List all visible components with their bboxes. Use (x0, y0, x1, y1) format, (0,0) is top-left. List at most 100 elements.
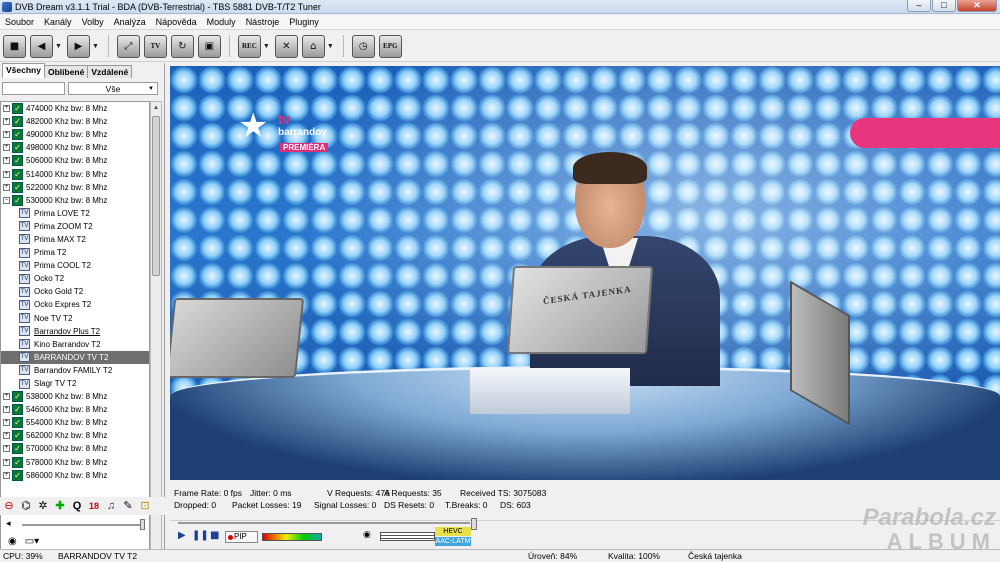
expand-icon[interactable]: + (3, 157, 10, 165)
expand-icon[interactable]: + (3, 471, 10, 479)
checkmark-icon[interactable]: ✓ (12, 456, 23, 468)
expand-icon[interactable]: + (3, 105, 10, 113)
menu-volby[interactable]: Volby (77, 17, 109, 27)
edit-icon[interactable]: ✎ (121, 499, 135, 513)
checkmark-icon[interactable]: ✓ (12, 391, 23, 403)
channel-row[interactable]: TV Ocko T2 (1, 272, 149, 285)
play-icon[interactable]: ▶ (178, 530, 186, 541)
video-view[interactable]: ★ tv barrandov PREMIÉRA ČESKÁ TAJENKA (170, 66, 1000, 480)
menu-soubor[interactable]: Soubor (0, 17, 39, 27)
volume-slider-thumb[interactable] (471, 518, 477, 530)
tab-oblibene[interactable]: Oblíbené (43, 65, 89, 78)
display-mode-icon[interactable]: ▭▾ (25, 536, 39, 547)
expand-icon[interactable]: + (3, 393, 10, 401)
checkmark-icon[interactable]: ✓ (12, 103, 23, 115)
channel-row[interactable]: TV Slagr TV T2 (1, 377, 149, 390)
next-dropdown-icon[interactable]: ▼ (92, 43, 99, 50)
frequency-row[interactable]: + ✓ 514000 Khz bw: 8 Mhz (1, 167, 149, 180)
checkmark-icon[interactable]: ✓ (12, 194, 23, 206)
menu-analyza[interactable]: Analýza (109, 17, 151, 27)
checkmark-icon[interactable]: ✓ (12, 181, 23, 193)
volume-slider[interactable] (178, 518, 477, 530)
channel-row[interactable]: TV Ocko Expres T2 (1, 298, 149, 311)
frequency-row[interactable]: + ✓ 586000 Khz bw: 8 Mhz (1, 469, 149, 482)
expand-icon[interactable]: + (3, 445, 10, 453)
channel-row[interactable]: TV Kino Barrandov T2 (1, 338, 149, 351)
frequency-row[interactable]: + ✓ 554000 Khz bw: 8 Mhz (1, 416, 149, 429)
remove-icon[interactable]: ⊖ (2, 499, 16, 513)
audio-status-icon[interactable]: ◉ (363, 530, 371, 540)
frequency-row[interactable]: + ✓ 570000 Khz bw: 8 Mhz (1, 442, 149, 455)
checkmark-icon[interactable]: ✓ (12, 404, 23, 416)
refresh-icon[interactable]: ↻ (170, 34, 194, 58)
channel-row[interactable]: TV Prima ZOOM T2 (1, 220, 149, 233)
epg-button[interactable]: EPG (378, 34, 402, 58)
checkmark-icon[interactable]: ✓ (12, 116, 23, 128)
minimize-button[interactable]: – (907, 0, 931, 12)
menu-nastroje[interactable]: Nástroje (241, 17, 285, 27)
frequency-row[interactable]: + ✓ 578000 Khz bw: 8 Mhz (1, 456, 149, 469)
frequency-row[interactable]: + ✓ 522000 Khz bw: 8 Mhz (1, 181, 149, 194)
filter-select[interactable]: Vše ▼ (68, 82, 158, 95)
stop-playback-icon[interactable]: ■ (210, 530, 219, 541)
record-dropdown-icon[interactable]: ▼ (263, 43, 270, 50)
dish-dropdown-icon[interactable]: ▼ (327, 43, 334, 50)
channel-row[interactable]: TV Prima MAX T2 (1, 233, 149, 246)
previous-dropdown-icon[interactable]: ▼ (55, 43, 62, 50)
clock-icon[interactable]: ◷ (351, 34, 375, 58)
expand-icon[interactable]: + (3, 144, 10, 152)
checkmark-icon[interactable]: ✓ (12, 443, 23, 455)
add-icon[interactable]: ✚ (53, 499, 67, 513)
menu-napoveda[interactable]: Nápověda (151, 17, 202, 27)
frequency-row[interactable]: + ✓ 474000 Khz bw: 8 Mhz (1, 102, 149, 115)
frequency-row[interactable]: + ✓ 498000 Khz bw: 8 Mhz (1, 141, 149, 154)
expand-icon[interactable]: + (3, 183, 10, 191)
settings-icon[interactable]: ✲ (36, 499, 50, 513)
scroll-up-icon[interactable]: ▲ (151, 102, 161, 114)
record-button[interactable]: REC (237, 34, 261, 58)
channel-row[interactable]: TV BARRANDOV TV T2 (1, 350, 149, 364)
checkmark-icon[interactable]: ✓ (12, 142, 23, 154)
expand-icon[interactable]: + (3, 432, 10, 440)
frequency-row[interactable]: + ✓ 482000 Khz bw: 8 Mhz (1, 115, 149, 128)
frequency-row[interactable]: + ✓ 546000 Khz bw: 8 Mhz (1, 403, 149, 416)
film-icon[interactable]: ▣ (197, 34, 221, 58)
filter-search-input[interactable] (2, 82, 65, 95)
satellite-dish-icon[interactable]: ⌂ (301, 34, 325, 58)
satellite-icon[interactable]: ⌬ (19, 499, 33, 513)
previous-channel-icon[interactable]: ◀ (30, 34, 53, 58)
checkmark-icon[interactable]: ✓ (12, 417, 23, 429)
menu-pluginy[interactable]: Pluginy (284, 17, 324, 27)
next-channel-icon[interactable]: ▶ (66, 34, 90, 58)
tab-vzdalene[interactable]: Vzdálené (87, 65, 133, 78)
music-icon[interactable]: ♫ (104, 499, 118, 513)
frequency-row[interactable]: + ✓ 490000 Khz bw: 8 Mhz (1, 128, 149, 141)
channel-row[interactable]: TV Barrandov Plus T2 (1, 325, 149, 338)
menu-kanaly[interactable]: Kanály (39, 17, 77, 27)
channel-row[interactable]: TV Prima T2 (1, 246, 149, 259)
frequency-row[interactable]: + ✓ 506000 Khz bw: 8 Mhz (1, 154, 149, 167)
tab-vsechny[interactable]: Všechny (2, 63, 45, 78)
channel-row[interactable]: TV Noe TV T2 (1, 312, 149, 325)
checkmark-icon[interactable]: ✓ (12, 469, 23, 481)
menu-moduly[interactable]: Moduly (202, 17, 241, 27)
checkmark-icon[interactable]: ✓ (12, 129, 23, 141)
maximize-button[interactable]: □ (932, 0, 956, 12)
frequency-row[interactable]: + ✓ 562000 Khz bw: 8 Mhz (1, 429, 149, 442)
channel-tree-scrollbar[interactable]: ▲ (150, 101, 162, 556)
checkmark-icon[interactable]: ✓ (12, 430, 23, 442)
pause-icon[interactable]: ❚❚ (192, 530, 209, 541)
pip-button[interactable]: PIP (225, 531, 258, 543)
checkmark-icon[interactable]: ✓ (12, 168, 23, 180)
expand-icon[interactable]: + (3, 118, 10, 126)
left-slider[interactable]: ◂ (0, 518, 165, 532)
frequency-row[interactable]: + ✓ 538000 Khz bw: 8 Mhz (1, 390, 149, 403)
checkmark-icon[interactable]: ✓ (12, 155, 23, 167)
expand-icon[interactable]: + (3, 406, 10, 414)
expand-icon[interactable]: + (3, 131, 10, 139)
channel-row[interactable]: TV Prima COOL T2 (1, 259, 149, 272)
left-slider-track[interactable] (22, 524, 142, 526)
stop-icon[interactable]: ■ (3, 34, 26, 58)
expand-icon[interactable]: + (3, 419, 10, 427)
expand-icon[interactable]: + (3, 170, 10, 178)
